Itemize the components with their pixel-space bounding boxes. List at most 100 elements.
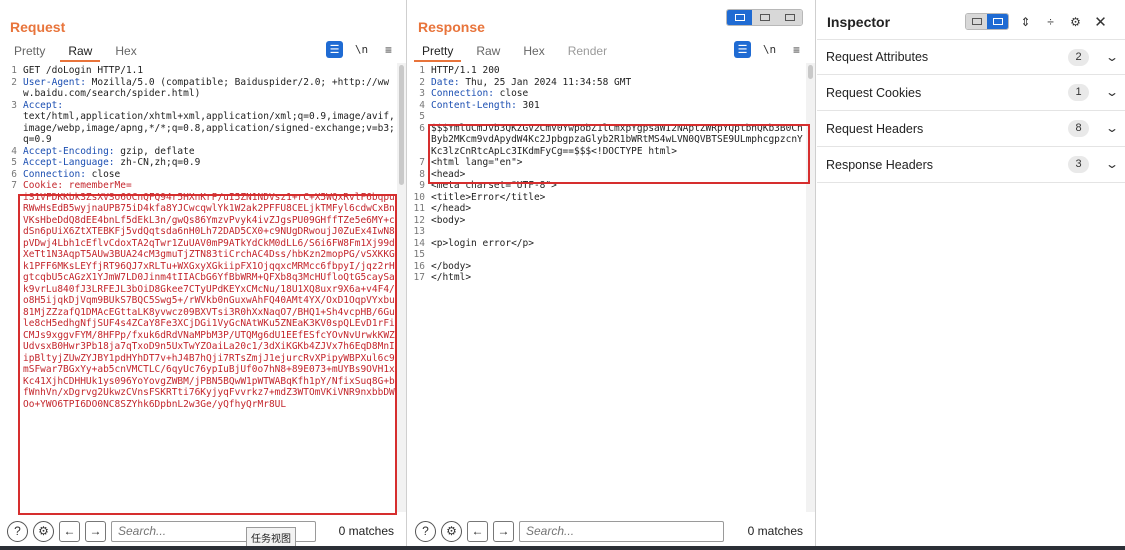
header-key: Accept-Encoding: xyxy=(23,145,115,157)
request-editor-tools: ☰ \n ≡ xyxy=(326,41,397,58)
settings-gear-icon[interactable]: ⚙ xyxy=(1067,13,1084,30)
line-number: 5 xyxy=(419,111,425,122)
request-pane: Request Pretty Raw Hex ☰ \n ≡ 1 GET /doLo… xyxy=(0,0,407,550)
layout-single-icon[interactable] xyxy=(777,10,802,25)
response-scrollbar[interactable] xyxy=(806,63,815,512)
code-line: Content-Length: 301 xyxy=(431,100,805,112)
inspector-section-response-headers[interactable]: Response Headers 3 ⌄ xyxy=(817,147,1125,183)
code-line: Accept: text/html,application/xhtml+xml,… xyxy=(23,100,396,146)
request-title: Request xyxy=(10,19,66,35)
html-tag: <meta charset="UTF-8"> xyxy=(431,180,557,191)
help-icon[interactable]: ? xyxy=(415,520,436,542)
collapse-all-icon[interactable]: ÷ xyxy=(1042,13,1059,30)
back-arrow-icon[interactable]: ← xyxy=(467,520,488,542)
chevron-down-icon[interactable]: ⌄ xyxy=(1105,85,1119,99)
help-icon[interactable]: ? xyxy=(7,520,28,542)
layout-side-by-side-icon[interactable] xyxy=(727,10,752,25)
inspector-section-request-attributes[interactable]: Request Attributes 2 ⌄ xyxy=(817,39,1125,75)
response-tab-raw[interactable]: Raw xyxy=(468,42,508,62)
forward-arrow-icon[interactable]: → xyxy=(85,520,106,542)
line-number: 3 xyxy=(11,99,17,111)
header-value: iS1VFDKKbk3ZsXVSo6OCnQFQ94r5HXnKrP/uI5ZN… xyxy=(23,191,395,410)
section-count-badge: 8 xyxy=(1068,120,1089,137)
newline-toggle-icon[interactable]: \n xyxy=(353,41,370,58)
header-value: close xyxy=(493,88,529,99)
code-line: User-Agent: Mozilla/5.0 (compatible; Bai… xyxy=(23,77,396,100)
code-text: HTTP/1.1 200 xyxy=(431,65,500,76)
line-number: 13 xyxy=(413,226,425,237)
code-line: Date: Thu, 25 Jan 2024 11:34:58 GMT xyxy=(431,77,805,89)
response-tab-render[interactable]: Render xyxy=(560,42,615,62)
response-editor[interactable]: 1 HTTP/1.1 200 2 Date: Thu, 25 Jan 2024 11:… xyxy=(408,63,805,512)
back-arrow-icon[interactable]: ← xyxy=(59,520,80,542)
request-match-count: 0 matches xyxy=(338,524,394,538)
code-line: $$$YmluCmJvb3QKZGV2CmV0YwpobZ1lCmxpYgpsa… xyxy=(431,123,805,158)
line-number: 12 xyxy=(413,214,425,226)
html-tag: <html lang="en"> xyxy=(431,157,523,168)
scroll-thumb[interactable] xyxy=(399,65,404,185)
inspector-section-request-cookies[interactable]: Request Cookies 1 ⌄ xyxy=(817,75,1125,111)
inspector-section-request-headers[interactable]: Request Headers 8 ⌄ xyxy=(817,111,1125,147)
response-tabs: Pretty Raw Hex Render xyxy=(414,42,622,62)
line-number: 9 xyxy=(419,180,425,191)
header-value: close xyxy=(85,168,121,180)
line-number: 2 xyxy=(11,76,17,88)
code-line: <meta charset="UTF-8"> xyxy=(431,180,805,192)
expand-all-icon[interactable]: ⇕ xyxy=(1017,13,1034,30)
os-taskbar xyxy=(0,546,1125,550)
chevron-down-icon[interactable]: ⌄ xyxy=(1105,50,1119,64)
close-icon[interactable]: ✕ xyxy=(1092,13,1109,31)
code-text: <title>Error</title> xyxy=(431,191,546,203)
chevron-down-icon[interactable]: ⌄ xyxy=(1105,157,1119,171)
request-bottom-bar: ? ⚙ ← → 0 matches xyxy=(0,512,406,550)
wrap-lines-icon[interactable]: ☰ xyxy=(326,41,343,58)
inspector-layout-right-icon[interactable] xyxy=(987,14,1008,29)
section-label: Response Headers xyxy=(826,157,934,172)
section-count-badge: 1 xyxy=(1068,84,1089,101)
request-editor[interactable]: 1 GET /doLogin HTTP/1.1 2 User-Agent: Mozil… xyxy=(0,63,396,512)
code-line: </body> xyxy=(431,261,805,273)
code-text: <p>login error</p> xyxy=(431,237,534,249)
menu-icon[interactable]: ≡ xyxy=(788,41,805,58)
code-line: GET /doLogin HTTP/1.1 xyxy=(23,65,396,77)
newline-toggle-icon[interactable]: \n xyxy=(761,41,778,58)
inspector-pane: Inspector ⇕ ÷ ⚙ ✕ Request Attributes 2 ⌄… xyxy=(817,0,1125,550)
wrap-lines-icon[interactable]: ☰ xyxy=(734,41,751,58)
response-search-input[interactable] xyxy=(519,520,724,542)
header-key: Accept-Language: xyxy=(23,157,115,168)
line-number: 7 xyxy=(419,157,425,168)
code-line: <body> xyxy=(431,215,805,227)
code-line: HTTP/1.1 200 xyxy=(431,65,805,77)
header-value: text/html,application/xhtml+xml,applicat… xyxy=(23,111,395,145)
request-scrollbar[interactable] xyxy=(397,63,406,512)
forward-arrow-icon[interactable]: → xyxy=(493,520,514,542)
taskbar-tooltip: 任务视图 xyxy=(246,527,296,548)
code-line: </head> xyxy=(431,203,805,215)
line-number: 15 xyxy=(413,249,425,260)
code-line: Connection: close xyxy=(431,88,805,100)
request-tab-pretty[interactable]: Pretty xyxy=(6,42,53,62)
scroll-thumb[interactable] xyxy=(808,65,813,79)
line-number: 4 xyxy=(419,99,425,111)
line-number: 14 xyxy=(413,237,425,249)
response-tab-hex[interactable]: Hex xyxy=(515,42,552,62)
header-key: Connection: xyxy=(23,168,86,180)
line-number: 11 xyxy=(413,203,425,214)
code-text: </html> xyxy=(431,272,472,283)
menu-icon[interactable]: ≡ xyxy=(380,41,397,58)
section-label: Request Headers xyxy=(826,121,924,136)
settings-gear-icon[interactable]: ⚙ xyxy=(441,520,462,542)
code-text: $$$YmluCmJvb3QKZGV2CmV0YwpobZ1lCmxpYgpsa… xyxy=(431,122,803,157)
request-tabs: Pretty Raw Hex xyxy=(6,42,152,62)
request-tab-raw[interactable]: Raw xyxy=(60,42,101,62)
inspector-layout-left-icon[interactable] xyxy=(966,14,987,29)
response-tab-pretty[interactable]: Pretty xyxy=(414,42,462,62)
header-key: User-Agent: xyxy=(23,76,86,88)
section-count-badge: 2 xyxy=(1068,49,1089,66)
code-line: <p>login error</p> xyxy=(431,238,805,250)
layout-stacked-icon[interactable] xyxy=(752,10,777,25)
request-tab-hex[interactable]: Hex xyxy=(107,42,144,62)
settings-gear-icon[interactable]: ⚙ xyxy=(33,520,54,542)
code-text: <body> xyxy=(431,214,466,226)
chevron-down-icon[interactable]: ⌄ xyxy=(1105,121,1119,135)
